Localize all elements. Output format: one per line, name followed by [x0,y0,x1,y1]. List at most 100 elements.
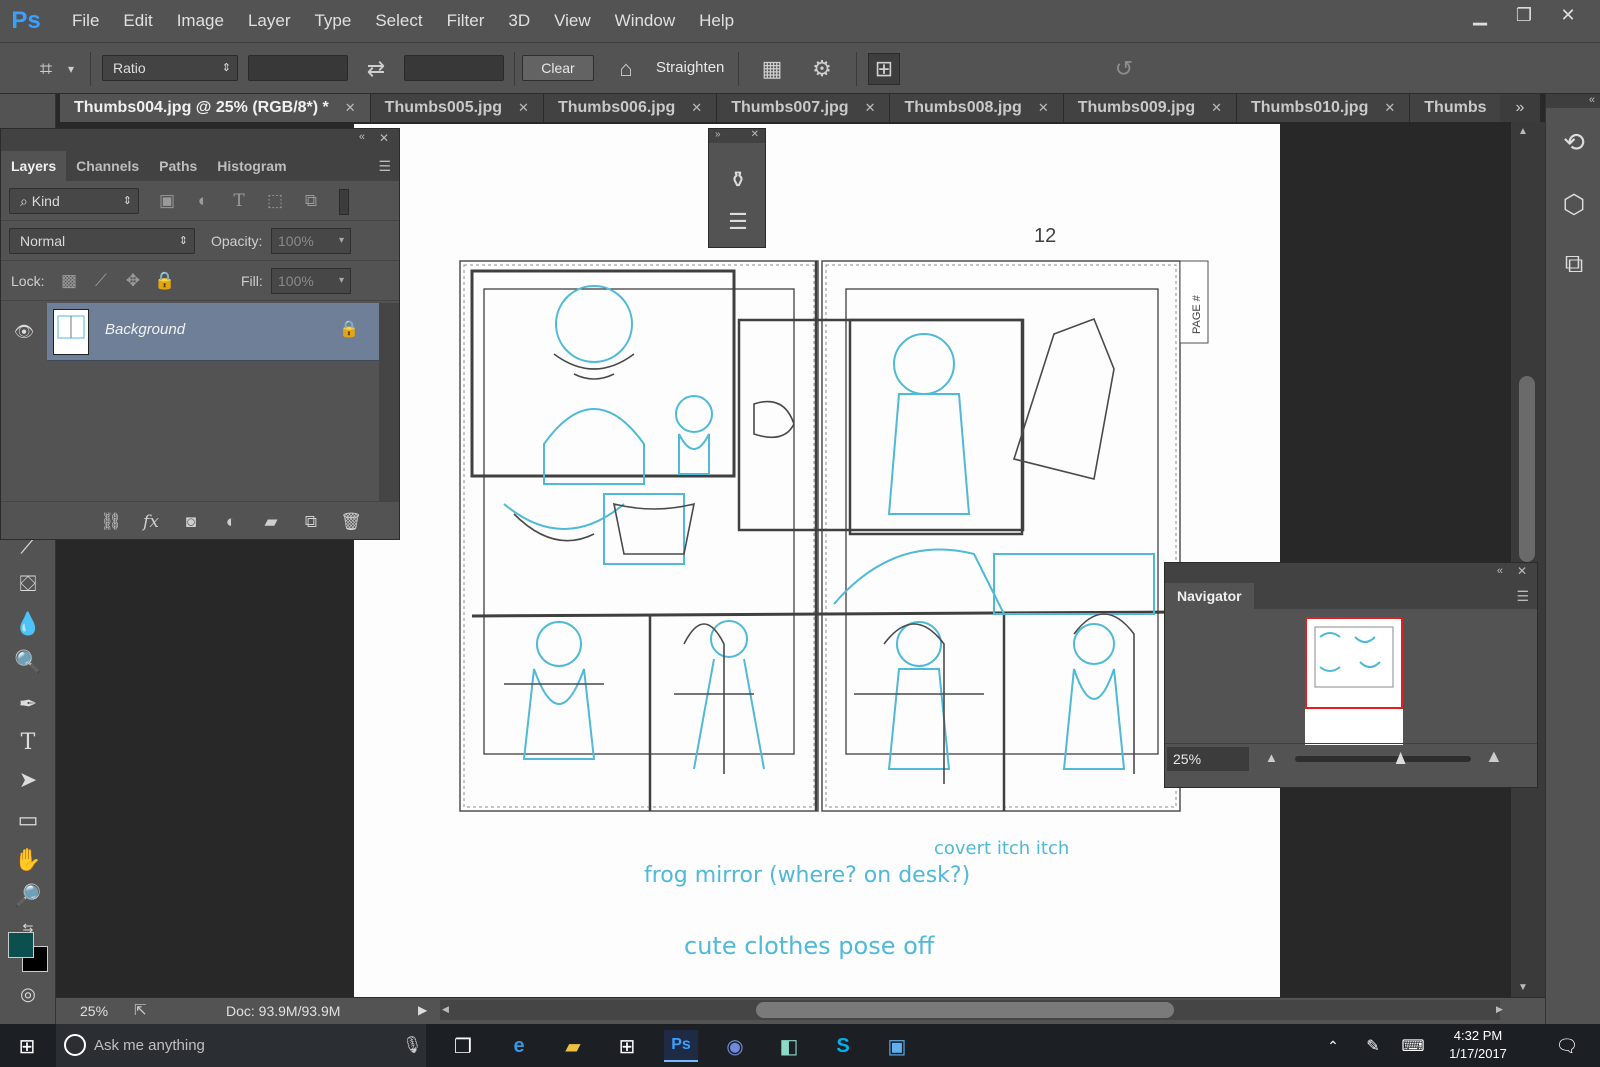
lock-position-icon[interactable]: ✥ [121,269,145,293]
microphone-icon[interactable]: 🎙 [402,1035,422,1055]
straighten-icon[interactable]: ⌂ [610,53,642,85]
scroll-left-icon[interactable]: ◀ [442,1004,449,1015]
tab-channels[interactable]: Channels [66,151,149,181]
canvas-paper[interactable]: PAGE # 12 frog mirror (where? on desk?) … [354,124,1280,997]
type-tool-icon[interactable]: T [12,726,44,758]
add-mask-icon[interactable]: ◙ [179,510,203,534]
collapse-icon[interactable]: « [359,131,365,143]
type-filter-icon[interactable]: T [227,189,251,213]
windows-start-icon[interactable]: ⊞ [10,1030,44,1062]
search-box[interactable]: Ask me anything 🎙 [56,1024,426,1067]
tab-thumbs008[interactable]: Thumbs008.jpg ✕ [890,94,1064,122]
pixel-filter-icon[interactable]: ▣ [155,189,179,213]
scroll-down-icon[interactable]: ▼ [1518,982,1528,993]
tab-close-icon[interactable]: ✕ [345,100,356,116]
ratio-select[interactable]: Ratio ⇕ [102,55,238,81]
menu-file[interactable]: File [60,0,111,42]
grid-overlay-icon[interactable]: ▦ [756,53,788,85]
file-explorer-icon[interactable]: ▰ [556,1030,590,1062]
crop-tool-icon[interactable]: ⌗ [30,53,62,85]
edge-browser-icon[interactable]: e [502,1030,536,1062]
tab-close-icon[interactable]: ✕ [1038,100,1049,116]
keyboard-icon[interactable]: ⌨ [1396,1030,1430,1062]
menu-window[interactable]: Window [603,0,687,42]
gear-icon[interactable]: ⚙ [806,53,838,85]
pen-tool-icon[interactable]: ✒ [12,688,44,720]
tab-overflow-icon[interactable]: » [1500,94,1540,122]
dodge-tool-icon[interactable]: 🔍 [12,646,44,678]
pen-tray-icon[interactable]: ✎ [1356,1030,1390,1062]
crop-height-input[interactable] [404,55,504,81]
collapse-icon[interactable]: » [715,129,721,143]
shape-filter-icon[interactable]: ⬚ [263,189,287,213]
rectangle-tool-icon[interactable]: ▭ [12,804,44,836]
tab-histogram[interactable]: Histogram [207,151,296,181]
zoom-out-icon[interactable]: ▲ [1265,750,1278,765]
taskbar-time[interactable]: 4:32 PM [1446,1028,1510,1043]
menu-help[interactable]: Help [687,0,746,42]
menu-3d[interactable]: 3D [496,0,542,42]
tab-navigator[interactable]: Navigator [1165,583,1254,609]
tab-thumbs010[interactable]: Thumbs010.jpg ✕ [1237,94,1411,122]
panel-menu-icon[interactable]: ☰ [378,151,399,181]
zoom-in-icon[interactable]: ▲ [1485,746,1503,767]
tab-thumbs005[interactable]: Thumbs005.jpg ✕ [370,94,544,122]
smart-object-filter-icon[interactable]: ⧉ [299,189,323,213]
chevron-up-icon[interactable]: ⌃ [1316,1030,1350,1062]
filter-toggle[interactable] [339,189,349,215]
link-layers-icon[interactable]: ⛓ [99,510,123,534]
tab-thumbs004[interactable]: Thumbs004.jpg @ 25% (RGB/8*) * ✕ [60,94,371,122]
tab-thumbs006[interactable]: Thumbs006.jpg ✕ [543,94,718,122]
eye-icon[interactable]: 👁 [1,303,47,361]
new-layer-icon[interactable]: ⧉ [299,510,323,534]
tool-preset-chevron-icon[interactable]: ▾ [62,53,80,85]
share-icon[interactable]: ⇱ [134,1001,147,1019]
dock-collapse-icon[interactable]: « [1546,94,1600,108]
close-button[interactable]: ✕ [1546,0,1590,30]
kind-filter-select[interactable]: ⌕ Kind ⇕ [9,188,139,214]
lock-transparent-icon[interactable]: ▩ [57,269,81,293]
new-group-icon[interactable]: ▰ [259,510,283,534]
straighten-label[interactable]: Straighten [656,55,724,81]
taskbar-date[interactable]: 1/17/2017 [1446,1046,1510,1061]
collapse-icon[interactable]: « [1497,565,1503,577]
quick-mask-icon[interactable]: ◎ [12,978,44,1010]
tab-close-icon[interactable]: ✕ [691,100,702,116]
menu-view[interactable]: View [542,0,603,42]
status-menu-arrow-icon[interactable]: ▶ [418,1003,427,1017]
close-icon[interactable]: ✕ [379,131,389,145]
fill-input[interactable]: 100% ▾ [271,268,351,294]
menu-layer[interactable]: Layer [236,0,303,42]
crop-width-input[interactable] [248,55,348,81]
fx-icon[interactable]: fx [139,510,163,534]
hand-tool-icon[interactable]: ✋ [12,844,44,876]
blur-tool-icon[interactable]: 💧 [12,608,44,640]
task-view-icon[interactable]: ❐ [446,1030,480,1062]
layers-scrollbar[interactable] [379,303,399,501]
lock-image-icon[interactable]: ⟋ [89,269,113,293]
minimize-button[interactable]: ▁ [1458,0,1502,30]
clear-button[interactable]: Clear [522,55,594,81]
navigator-thumbnail[interactable] [1305,617,1403,745]
vertical-scroll-thumb[interactable] [1519,376,1535,562]
tab-close-icon[interactable]: ✕ [865,100,876,116]
zoom-slider-track[interactable] [1295,756,1471,762]
menu-filter[interactable]: Filter [435,0,497,42]
zoom-tool-icon[interactable]: 🔎 [12,880,44,912]
paint-bucket-icon[interactable]: ⛋ [12,568,44,600]
brush-settings-icon[interactable]: ☰ [723,207,753,237]
skype-icon[interactable]: S [826,1030,860,1062]
trash-icon[interactable]: 🗑 [339,510,363,534]
close-icon[interactable]: ✕ [751,129,759,143]
store-icon[interactable]: ⊞ [610,1030,644,1062]
scroll-up-icon[interactable]: ▲ [1518,126,1528,137]
tab-paths[interactable]: Paths [149,151,207,181]
horizontal-scroll-thumb[interactable] [756,1002,1174,1018]
tab-thumbs009[interactable]: Thumbs009.jpg ✕ [1063,94,1237,122]
layer-row-background[interactable]: 👁 Background 🔒 [1,303,379,361]
paint-app-icon[interactable]: ◧ [772,1030,806,1062]
photoshop-taskbar-icon[interactable]: Ps [664,1030,698,1062]
control-panel-icon[interactable]: ▣ [880,1030,914,1062]
foreground-color-swatch[interactable] [8,932,34,958]
tab-thumbs-more[interactable]: Thumbs [1410,94,1502,122]
